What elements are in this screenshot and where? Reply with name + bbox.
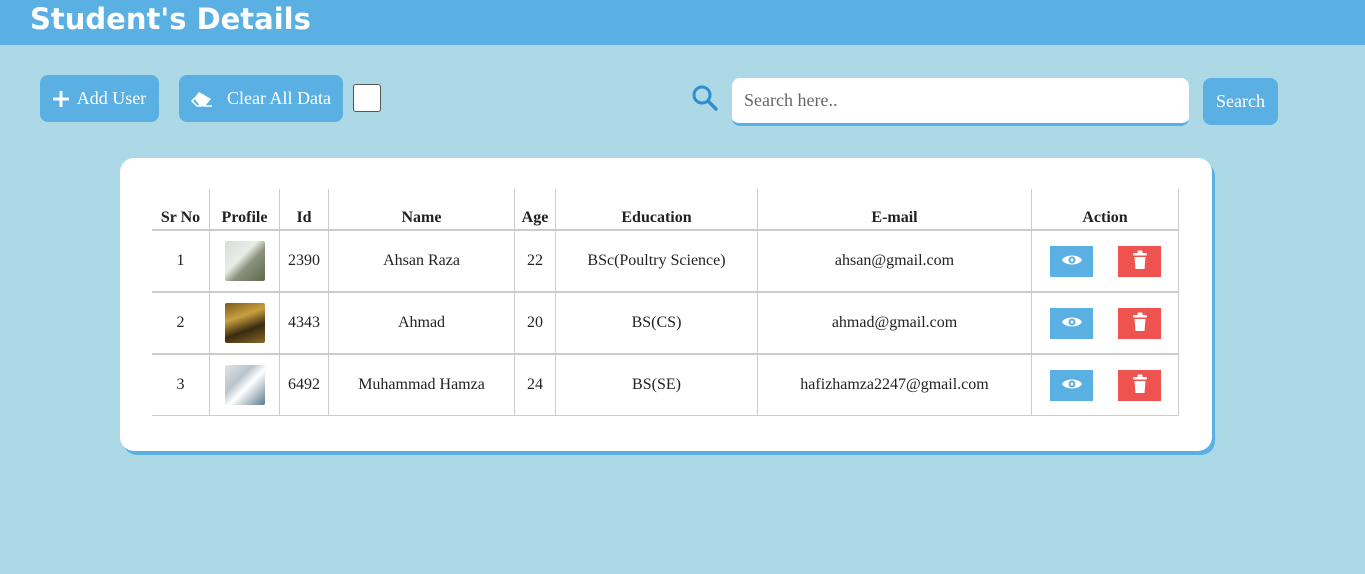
- search-button[interactable]: Search: [1203, 78, 1278, 125]
- cell-sr-no: 1: [152, 230, 210, 292]
- table-row: 1 2390 Ahsan Raza 22 BSc(Poultry Science…: [152, 230, 1179, 292]
- eye-icon: [1061, 314, 1083, 333]
- profile-photo: [224, 365, 265, 405]
- column-header-email: E-mail: [758, 189, 1032, 230]
- cell-sr-no: 3: [152, 354, 210, 416]
- delete-button[interactable]: [1118, 369, 1161, 401]
- profile-photo: [224, 303, 265, 343]
- column-header-sr-no: Sr No: [152, 189, 210, 230]
- cell-email: hafizhamza2247@gmail.com: [758, 354, 1032, 416]
- cell-age: 20: [515, 292, 556, 354]
- table-row: 3 6492 Muhammad Hamza 24 BS(SE) hafizham…: [152, 354, 1179, 416]
- profile-photo: [224, 241, 265, 281]
- trash-icon: [1132, 250, 1148, 273]
- cell-id: 2390: [280, 230, 329, 292]
- page-title: Student's Details: [30, 2, 311, 36]
- trash-icon: [1132, 312, 1148, 335]
- search-icon[interactable]: [691, 84, 719, 112]
- add-user-label: Add User: [76, 88, 147, 108]
- page-header: Student's Details: [0, 0, 1365, 45]
- select-checkbox[interactable]: [353, 84, 381, 112]
- add-user-button[interactable]: Add User: [40, 75, 159, 122]
- column-header-action: Action: [1032, 189, 1179, 230]
- cell-profile: [210, 292, 280, 354]
- view-button[interactable]: [1050, 307, 1093, 339]
- delete-button[interactable]: [1118, 245, 1161, 277]
- cell-name: Ahsan Raza: [329, 230, 515, 292]
- cell-age: 22: [515, 230, 556, 292]
- eye-icon: [1061, 376, 1083, 395]
- cell-education: BSc(Poultry Science): [556, 230, 758, 292]
- cell-email: ahmad@gmail.com: [758, 292, 1032, 354]
- view-button[interactable]: [1050, 369, 1093, 401]
- cell-age: 24: [515, 354, 556, 416]
- cell-id: 6492: [280, 354, 329, 416]
- cell-id: 4343: [280, 292, 329, 354]
- delete-button[interactable]: [1118, 307, 1161, 339]
- table-header-row: Sr No Profile Id Name Age Education E-ma…: [152, 189, 1179, 230]
- view-button[interactable]: [1050, 245, 1093, 277]
- students-table: Sr No Profile Id Name Age Education E-ma…: [152, 189, 1179, 416]
- cell-profile: [210, 230, 280, 292]
- eraser-icon: [191, 91, 213, 107]
- search-input[interactable]: [732, 78, 1189, 126]
- eye-icon: [1061, 252, 1083, 271]
- students-card: Sr No Profile Id Name Age Education E-ma…: [120, 158, 1212, 451]
- column-header-name: Name: [329, 189, 515, 230]
- cell-email: ahsan@gmail.com: [758, 230, 1032, 292]
- cell-action: [1032, 230, 1179, 292]
- cell-education: BS(SE): [556, 354, 758, 416]
- column-header-education: Education: [556, 189, 758, 230]
- cell-name: Ahmad: [329, 292, 515, 354]
- table-row: 2 4343 Ahmad 20 BS(CS) ahmad@gmail.com: [152, 292, 1179, 354]
- column-header-age: Age: [515, 189, 556, 230]
- plus-icon: [52, 90, 69, 107]
- clear-all-data-button[interactable]: Clear All Data: [179, 75, 343, 122]
- cell-action: [1032, 292, 1179, 354]
- cell-education: BS(CS): [556, 292, 758, 354]
- column-header-id: Id: [280, 189, 329, 230]
- cell-sr-no: 2: [152, 292, 210, 354]
- trash-icon: [1132, 374, 1148, 397]
- cell-name: Muhammad Hamza: [329, 354, 515, 416]
- cell-profile: [210, 354, 280, 416]
- clear-all-data-label: Clear All Data: [227, 88, 331, 108]
- cell-action: [1032, 354, 1179, 416]
- column-header-profile: Profile: [210, 189, 280, 230]
